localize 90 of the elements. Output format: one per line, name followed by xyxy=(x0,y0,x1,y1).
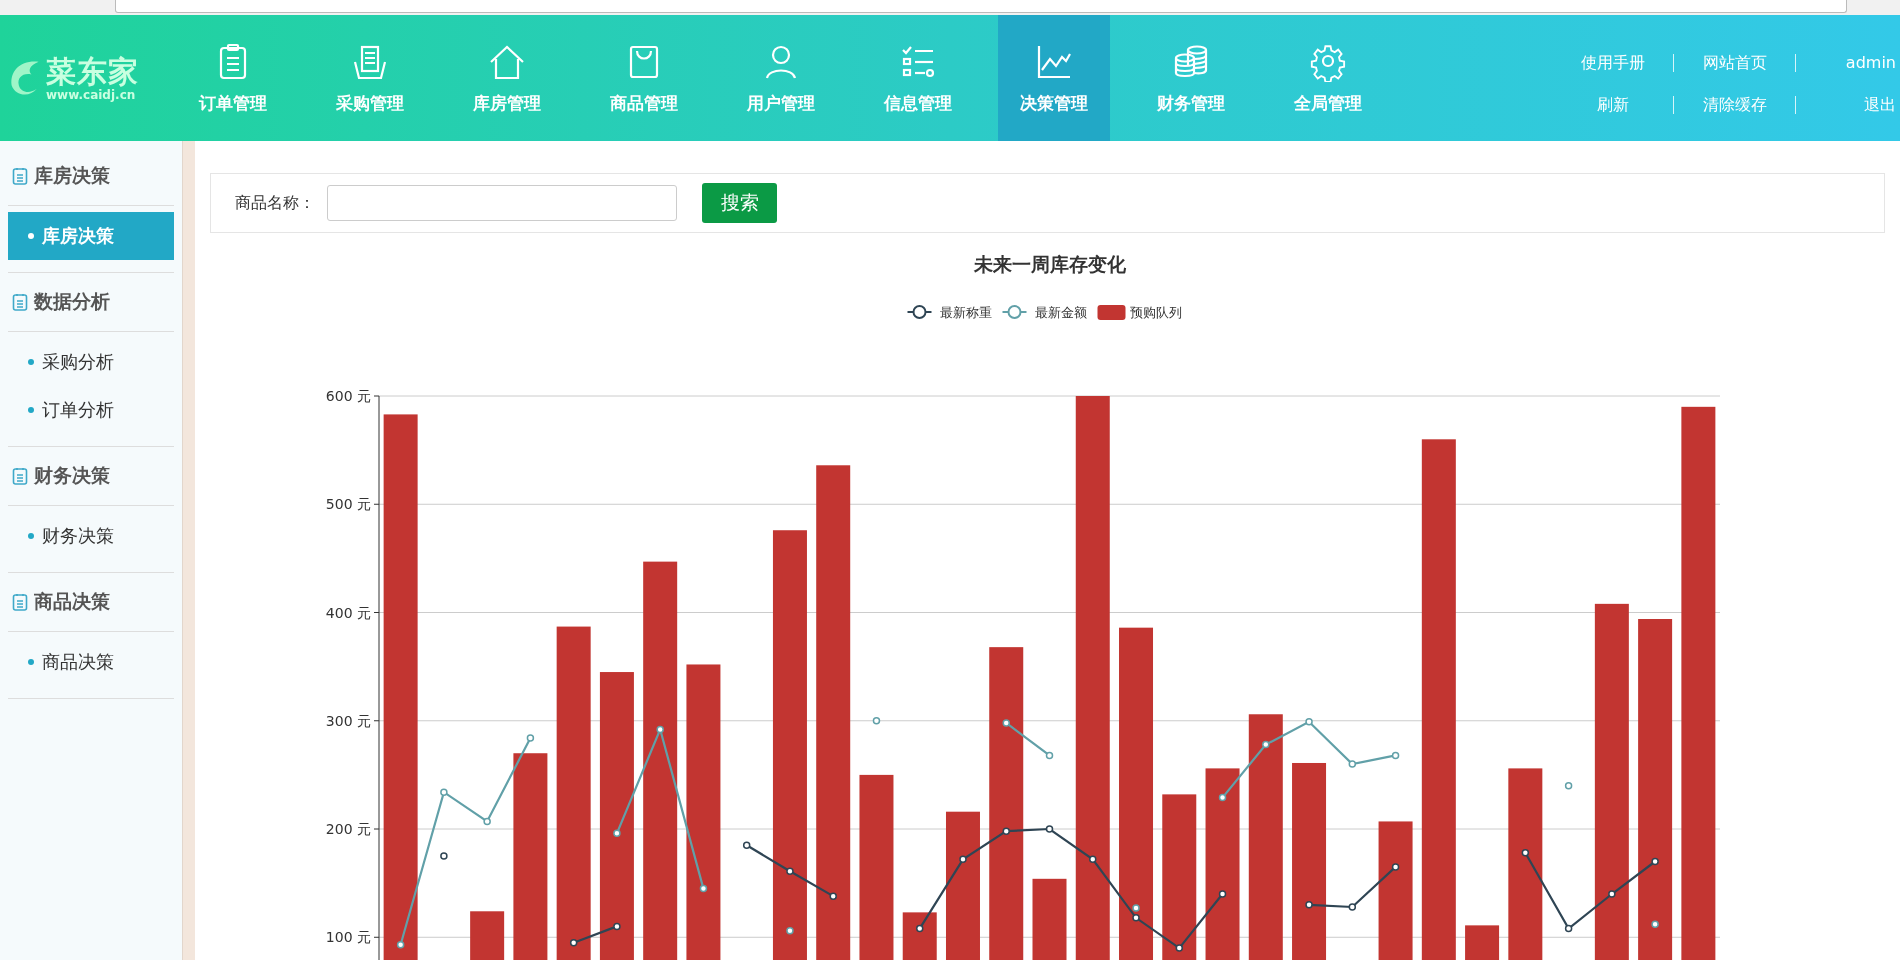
header-link[interactable]: 刷新 xyxy=(1552,96,1673,114)
legend-item[interactable]: 预购队列 xyxy=(1097,305,1182,320)
clipboard-icon xyxy=(12,293,28,311)
data-point xyxy=(1391,863,1400,871)
data-point xyxy=(569,938,578,947)
data-point xyxy=(613,922,621,931)
bar xyxy=(1465,925,1500,960)
sidebar-section-title: 财务决策 xyxy=(34,463,110,488)
nav-tab[interactable]: 财务管理 xyxy=(1122,15,1259,141)
clipboard-icon xyxy=(12,167,28,185)
legend-item[interactable]: 最新金额 xyxy=(1001,305,1087,320)
chart-title: 未来一周库存变化 xyxy=(974,253,1126,275)
data-point xyxy=(1391,751,1400,760)
header-link[interactable]: 网站首页 xyxy=(1673,54,1795,72)
data-point xyxy=(1564,924,1573,933)
data-point xyxy=(1218,890,1227,898)
address-bar[interactable] xyxy=(115,0,1847,13)
search-button[interactable]: 搜索 xyxy=(702,183,777,223)
bar xyxy=(902,912,937,960)
data-point xyxy=(1521,849,1530,857)
data-point xyxy=(526,734,535,742)
sidebar-item[interactable]: 库房决策 xyxy=(8,212,174,260)
data-point xyxy=(1262,740,1270,749)
clipboard-icon xyxy=(12,467,28,485)
data-point xyxy=(872,717,881,725)
legend-label: 预购队列 xyxy=(1129,305,1182,320)
data-point xyxy=(613,829,621,838)
data-point xyxy=(1045,825,1054,833)
nav-tab[interactable]: 信息管理 xyxy=(849,15,986,141)
data-point xyxy=(1132,904,1140,912)
header-link[interactable]: 清除缓存 xyxy=(1673,96,1795,114)
data-point xyxy=(1305,718,1313,726)
sidebar-section-title: 库房决策 xyxy=(34,163,110,188)
nav-tab[interactable]: 库房管理 xyxy=(438,15,575,141)
data-point xyxy=(656,725,664,734)
data-point xyxy=(440,852,448,860)
legend-item[interactable]: 最新称重 xyxy=(906,305,992,320)
y-tick-label: 400 元 xyxy=(325,604,371,621)
field-label: 商品名称： xyxy=(235,192,315,214)
y-tick-label: 600 元 xyxy=(325,388,371,404)
nav-tab[interactable]: 全局管理 xyxy=(1259,15,1396,141)
splitter-bar[interactable] xyxy=(182,141,195,960)
data-point xyxy=(916,924,924,933)
sidebar-item[interactable]: 采购分析 xyxy=(8,338,174,386)
data-point xyxy=(1045,751,1054,760)
data-point xyxy=(1089,855,1097,864)
product-name-field[interactable] xyxy=(327,185,677,221)
nav-tab[interactable]: 用户管理 xyxy=(712,15,849,141)
data-point xyxy=(1132,914,1140,922)
sidebar-section-title: 数据分析 xyxy=(34,289,110,314)
data-point xyxy=(829,892,837,900)
data-point xyxy=(1348,760,1357,768)
data-point xyxy=(483,817,491,826)
data-point xyxy=(959,855,967,864)
header-link[interactable]: 退出 xyxy=(1795,96,1896,114)
y-tick-label: 100 元 xyxy=(325,929,371,946)
data-point xyxy=(1348,903,1357,911)
y-tick-label: 300 元 xyxy=(325,712,371,729)
data-point xyxy=(786,927,794,935)
data-point xyxy=(1305,901,1313,909)
clipboard-icon xyxy=(12,593,28,611)
y-tick-label: 200 元 xyxy=(325,821,371,837)
nav-tab[interactable]: 商品管理 xyxy=(575,15,712,141)
header-link[interactable]: 使用手册 xyxy=(1552,54,1673,72)
bar xyxy=(470,911,505,960)
sidebar-item[interactable]: 财务决策 xyxy=(8,512,174,560)
data-point xyxy=(1175,944,1183,952)
legend-label: 最新金额 xyxy=(1034,305,1087,320)
nav-tab[interactable]: 决策管理 xyxy=(998,15,1110,141)
sidebar-section-title: 商品决策 xyxy=(34,589,110,614)
data-point xyxy=(1564,781,1573,790)
sidebar-item[interactable]: 订单分析 xyxy=(8,386,174,434)
data-point xyxy=(1002,827,1010,835)
data-point xyxy=(440,788,448,796)
data-point xyxy=(1651,857,1659,866)
data-point xyxy=(742,841,751,849)
nav-tab[interactable]: 采购管理 xyxy=(301,15,438,141)
data-point xyxy=(1218,793,1227,802)
data-point xyxy=(1002,719,1010,727)
sidebar-item[interactable]: 商品决策 xyxy=(8,638,174,686)
data-point xyxy=(786,867,794,875)
header-link[interactable]: admin xyxy=(1795,54,1896,72)
data-point xyxy=(699,884,708,893)
legend-label: 最新称重 xyxy=(939,305,992,320)
data-point xyxy=(396,941,405,949)
nav-tab[interactable]: 订单管理 xyxy=(164,15,301,141)
logo[interactable]: 菜东家 www.caidj.cn xyxy=(0,15,164,141)
data-point xyxy=(1608,890,1616,898)
y-tick-label: 500 元 xyxy=(325,496,371,513)
data-point xyxy=(1651,920,1659,929)
